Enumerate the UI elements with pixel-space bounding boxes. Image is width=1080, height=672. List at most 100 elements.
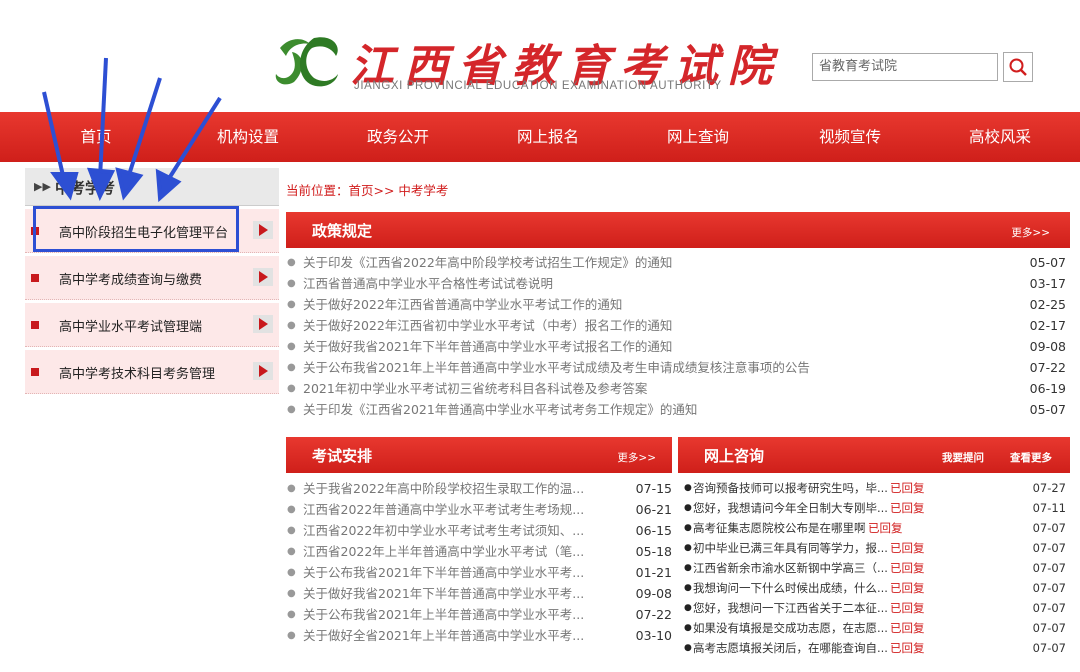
policy-item-title[interactable]: 2021年初中学业水平考试初三省统考科目各科试卷及参考答案 <box>303 378 647 399</box>
consult-list-item[interactable]: ● 初中毕业已满三年具有同等学力，报... 已回复 07-07 <box>684 538 1066 558</box>
exam-more-link[interactable]: 更多>> <box>617 450 656 465</box>
consult-item-title[interactable]: 您好，我想请问今年全日制大专刚毕... <box>693 498 888 518</box>
reply-status-badge: 已回复 <box>890 541 925 555</box>
exam-item-title[interactable]: 关于我省2022年高中阶段学校招生录取工作的温... <box>303 478 623 499</box>
exam-list-item[interactable]: ● 关于我省2022年高中阶段学校招生录取工作的温... 07-15 <box>286 478 672 499</box>
consult-item-date: 07-07 <box>1032 521 1066 535</box>
exam-list-item[interactable]: ● 江西省2022年上半年普通高中学业水平考试（笔... 05-18 <box>286 541 672 562</box>
exam-item-title[interactable]: 江西省2022年初中学业水平考试考生考试须知、... <box>303 520 623 541</box>
bullet-dot-icon: ● <box>287 257 296 268</box>
consult-item-title[interactable]: 您好，我想问一下江西省关于二本征... <box>693 598 888 618</box>
ask-question-link[interactable]: 我要提问 <box>942 450 984 465</box>
exam-list-item[interactable]: ● 江西省2022年初中学业水平考试考生考试须知、... 06-15 <box>286 520 672 541</box>
exam-item-title[interactable]: 江西省2022年上半年普通高中学业水平考试（笔... <box>303 541 623 562</box>
bullet-square-icon <box>31 368 39 376</box>
consult-list-item[interactable]: ● 咨询预备技师可以报考研究生吗，毕... 已回复 07-27 <box>684 478 1066 498</box>
nav-government-affairs[interactable]: 政务公开 <box>356 112 440 162</box>
consult-list-item[interactable]: ● 您好，我想请问今年全日制大专刚毕... 已回复 07-11 <box>684 498 1066 518</box>
consult-item-title[interactable]: 如果没有填报是交成功志愿，在志愿... <box>693 618 888 638</box>
play-arrow-icon <box>253 315 273 333</box>
consult-item-title[interactable]: 高考征集志愿院校公布是在哪里啊 <box>693 518 866 538</box>
policy-item-title[interactable]: 关于印发《江西省2022年高中阶段学校考试招生工作规定》的通知 <box>303 252 672 273</box>
nav-video[interactable]: 视频宣传 <box>808 112 892 162</box>
consult-item-date: 07-11 <box>1032 501 1066 515</box>
policy-list-item[interactable]: ● 2021年初中学业水平考试初三省统考科目各科试卷及参考答案 06-19 <box>286 378 1066 399</box>
exam-item-title[interactable]: 关于公布我省2021年上半年普通高中学业水平考... <box>303 604 623 625</box>
nav-online-query[interactable]: 网上查询 <box>656 112 740 162</box>
policy-item-date: 07-22 <box>1029 360 1066 375</box>
nav-home[interactable]: 首页 <box>64 112 128 162</box>
consult-panel-header: 网上咨询 我要提问 查看更多 <box>678 437 1070 473</box>
play-arrow-icon <box>253 221 273 239</box>
policy-item-date: 09-08 <box>1029 339 1066 354</box>
sidebar-item-exam-management[interactable]: 高中学业水平考试管理端 <box>25 303 279 347</box>
consult-item-date: 07-07 <box>1032 541 1066 555</box>
consult-list-item[interactable]: ● 我想询问一下什么时候出成绩，什么... 已回复 07-07 <box>684 578 1066 598</box>
bullet-dot-icon: ● <box>684 563 692 573</box>
policy-list-item[interactable]: ● 关于印发《江西省2021年普通高中学业水平考试考务工作规定》的通知 05-07 <box>286 399 1066 420</box>
consult-item-title[interactable]: 江西省新余市渝水区新钢中学高三（... <box>693 558 888 578</box>
sidebar-item-label: 高中学考技术科目考务管理 <box>59 367 216 382</box>
policy-list-item[interactable]: ● 江西省普通高中学业水平合格性考试试卷说明 03-17 <box>286 273 1066 294</box>
policy-panel-title: 政策规定 <box>312 222 373 240</box>
exam-list-item[interactable]: ● 关于做好我省2021年下半年普通高中学业水平考... 09-08 <box>286 583 672 604</box>
exam-item-title[interactable]: 关于做好全省2021年上半年普通高中学业水平考... <box>303 625 623 646</box>
consult-more-link[interactable]: 查看更多 <box>1010 450 1052 465</box>
policy-list-item[interactable]: ● 关于做好我省2021年下半年普通高中学业水平考试报名工作的通知 09-08 <box>286 336 1066 357</box>
exam-item-date: 03-10 <box>635 628 672 643</box>
consult-item-title[interactable]: 高考志愿填报关闭后，在哪能查询自... <box>693 638 888 658</box>
consult-item-title[interactable]: 我想询问一下什么时候出成绩，什么... <box>693 578 888 598</box>
exam-item-title[interactable]: 关于做好我省2021年下半年普通高中学业水平考... <box>303 583 623 604</box>
exam-item-title[interactable]: 江西省2022年普通高中学业水平考试考生考场规... <box>303 499 623 520</box>
consult-item-title[interactable]: 咨询预备技师可以报考研究生吗，毕... <box>693 478 888 498</box>
consult-list-item[interactable]: ● 高考征集志愿院校公布是在哪里啊 已回复 07-07 <box>684 518 1066 538</box>
search-input[interactable]: 省教育考试院 <box>812 53 998 81</box>
nav-online-registration[interactable]: 网上报名 <box>506 112 590 162</box>
exam-item-date: 06-15 <box>635 523 672 538</box>
exam-list-item[interactable]: ● 关于公布我省2021年上半年普通高中学业水平考... 07-22 <box>286 604 672 625</box>
reply-status-badge: 已回复 <box>868 521 903 535</box>
policy-item-title[interactable]: 关于做好我省2021年下半年普通高中学业水平考试报名工作的通知 <box>303 336 672 357</box>
bullet-dot-icon: ● <box>684 483 692 493</box>
bullet-dot-icon: ● <box>684 503 692 513</box>
policy-item-title[interactable]: 江西省普通高中学业水平合格性考试试卷说明 <box>303 273 553 294</box>
reply-status-badge: 已回复 <box>890 621 925 635</box>
bullet-dot-icon: ● <box>287 404 296 415</box>
policy-list-item[interactable]: ● 关于印发《江西省2022年高中阶段学校考试招生工作规定》的通知 05-07 <box>286 252 1066 273</box>
sidebar-item-score-query[interactable]: 高中学考成绩查询与缴费 <box>25 256 279 300</box>
play-arrow-icon <box>253 268 273 286</box>
policy-item-title[interactable]: 关于做好2022年江西省普通高中学业水平考试工作的通知 <box>303 294 622 315</box>
policy-list-item[interactable]: ● 关于公布我省2021年上半年普通高中学业水平考试成绩及考生申请成绩复核注意事项… <box>286 357 1066 378</box>
play-arrow-icon <box>253 362 273 380</box>
policy-list-item[interactable]: ● 关于做好2022年江西省初中学业水平考试（中考）报名工作的通知 02-17 <box>286 315 1066 336</box>
consult-list-item[interactable]: ● 如果没有填报是交成功志愿，在志愿... 已回复 07-07 <box>684 618 1066 638</box>
sidebar-item-tech-subject[interactable]: 高中学考技术科目考务管理 <box>25 350 279 394</box>
search-icon <box>1009 58 1027 76</box>
exam-list-item[interactable]: ● 关于公布我省2021年下半年普通高中学业水平考... 01-21 <box>286 562 672 583</box>
main-nav: 首页 机构设置 政务公开 网上报名 网上查询 视频宣传 高校风采 <box>0 112 1080 162</box>
exam-item-title[interactable]: 关于公布我省2021年下半年普通高中学业水平考... <box>303 562 623 583</box>
consult-list-item[interactable]: ● 高考志愿填报关闭后，在哪能查询自... 已回复 07-07 <box>684 638 1066 658</box>
policy-item-title[interactable]: 关于公布我省2021年上半年普通高中学业水平考试成绩及考生申请成绩复核注意事项的… <box>303 357 810 378</box>
policy-list-item[interactable]: ● 关于做好2022年江西省普通高中学业水平考试工作的通知 02-25 <box>286 294 1066 315</box>
policy-item-title[interactable]: 关于做好2022年江西省初中学业水平考试（中考）报名工作的通知 <box>303 315 672 336</box>
bullet-dot-icon: ● <box>684 583 692 593</box>
nav-organization[interactable]: 机构设置 <box>206 112 290 162</box>
reply-status-badge: 已回复 <box>890 601 925 615</box>
exam-item-date: 06-21 <box>635 502 672 517</box>
breadcrumb: 当前位置：首页>> 中考学考 <box>286 183 449 198</box>
policy-item-date: 02-25 <box>1029 297 1066 312</box>
consult-list-item[interactable]: ● 您好，我想问一下江西省关于二本征... 已回复 07-07 <box>684 598 1066 618</box>
nav-universities[interactable]: 高校风采 <box>958 112 1042 162</box>
consult-list-item[interactable]: ● 江西省新余市渝水区新钢中学高三（... 已回复 07-07 <box>684 558 1066 578</box>
bullet-dot-icon: ● <box>287 483 296 494</box>
sidebar-item-admission-platform[interactable]: 高中阶段招生电子化管理平台 <box>25 209 279 253</box>
exam-list-item[interactable]: ● 关于做好全省2021年上半年普通高中学业水平考... 03-10 <box>286 625 672 646</box>
exam-list-item[interactable]: ● 江西省2022年普通高中学业水平考试考生考场规... 06-21 <box>286 499 672 520</box>
search-button[interactable] <box>1003 52 1033 82</box>
policy-more-link[interactable]: 更多>> <box>1011 225 1050 240</box>
double-arrow-icon: ▶▶ <box>34 180 51 193</box>
consult-item-title[interactable]: 初中毕业已满三年具有同等学力，报... <box>693 538 888 558</box>
policy-item-title[interactable]: 关于印发《江西省2021年普通高中学业水平考试考务工作规定》的通知 <box>303 399 697 420</box>
consult-item-date: 07-27 <box>1032 481 1066 495</box>
